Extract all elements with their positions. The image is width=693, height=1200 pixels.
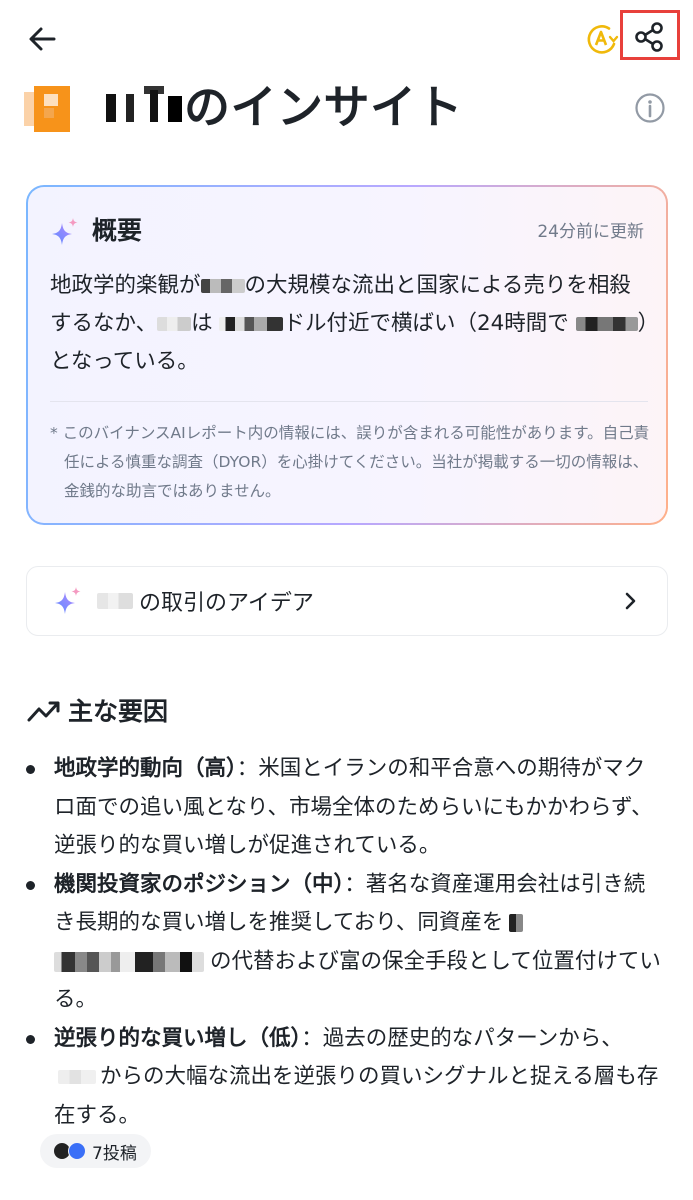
overview-card: 概要 24分前に更新 地政学的楽観が の大規模な流出と国家による売りを相殺するなか…: [26, 185, 668, 525]
factor-heading: 地政学的動向（高）: [54, 756, 237, 781]
divider: [50, 401, 648, 402]
factors-title: 主な要因: [68, 697, 169, 726]
info-icon[interactable]: [634, 92, 666, 124]
ai-sparkle-icon: [53, 586, 83, 616]
overview-summary: 地政学的楽観が の大規模な流出と国家による売りを相殺するなか、は ドル付近で横ばい…: [50, 267, 650, 381]
factor-heading: 機関投資家のポジション（中）: [54, 871, 345, 897]
posts-badge[interactable]: 7投稿: [40, 1134, 151, 1168]
redacted-coin-name: [97, 593, 133, 609]
redacted-text: [157, 317, 192, 331]
redacted-text: [58, 1070, 96, 1084]
factor-heading: 逆張り的な買い増し（低）: [54, 1025, 302, 1051]
updated-timestamp: 24分前に更新: [537, 222, 644, 242]
ai-sparkle-icon: [50, 217, 80, 247]
coin-logo: [24, 86, 74, 132]
summary-text: ドル付近で横ばい（24時間で: [283, 311, 569, 336]
trade-ideas-button[interactable]: の取引のアイデア: [26, 566, 668, 636]
share-icon[interactable]: [633, 20, 667, 54]
page-title-text: のインサイト: [184, 80, 463, 134]
avatar: [68, 1142, 86, 1160]
trade-ideas-text: の取引のアイデア: [139, 591, 314, 616]
factor-text: からの大幅な流出を逆張りの買いシグナルと捉える層も存在する。: [54, 1064, 659, 1128]
bullet: [26, 1034, 35, 1044]
redacted-change: [575, 317, 638, 331]
posts-count: 7投稿: [92, 1143, 137, 1164]
overview-title: 概要: [92, 216, 143, 245]
bullet: [26, 765, 35, 774]
translate-icon[interactable]: [585, 22, 619, 56]
chevron-right-icon: [619, 589, 641, 613]
trend-up-icon: [26, 698, 62, 724]
list-item: 逆張り的な買い増し（低）：過去の歴史的なパターンから、からの大幅な流出を逆張りの…: [26, 1020, 666, 1136]
back-arrow-icon[interactable]: [26, 22, 60, 56]
summary-text: は: [191, 311, 213, 336]
list-item: 機関投資家のポジション（中）：著名な資産運用会社は引き続き長期的な買い増しを推奨…: [26, 866, 666, 1020]
list-item: 地政学的動向（高）：米国とイランの和平合意への期待がマクロ面での追い風となり、市…: [26, 750, 666, 866]
summary-text: 地政学的楽観が: [50, 273, 201, 298]
trade-ideas-label: の取引のアイデア: [97, 585, 314, 617]
redacted-text: [200, 279, 245, 293]
page-title: のインサイト: [102, 72, 463, 136]
disclaimer-text: * このバイナンスAIレポート内の情報には、誤りが含まれる可能性があります。自己…: [50, 424, 650, 500]
redacted-text: [509, 914, 524, 932]
redacted-text: [54, 951, 204, 972]
bullet: [26, 880, 35, 890]
redacted-coin-name: [102, 84, 184, 124]
redacted-price: [219, 317, 284, 331]
factor-text: ：過去の歴史的なパターンから、: [301, 1025, 623, 1051]
factors-list: 地政学的動向（高）：米国とイランの和平合意への期待がマクロ面での追い風となり、市…: [26, 750, 666, 1135]
